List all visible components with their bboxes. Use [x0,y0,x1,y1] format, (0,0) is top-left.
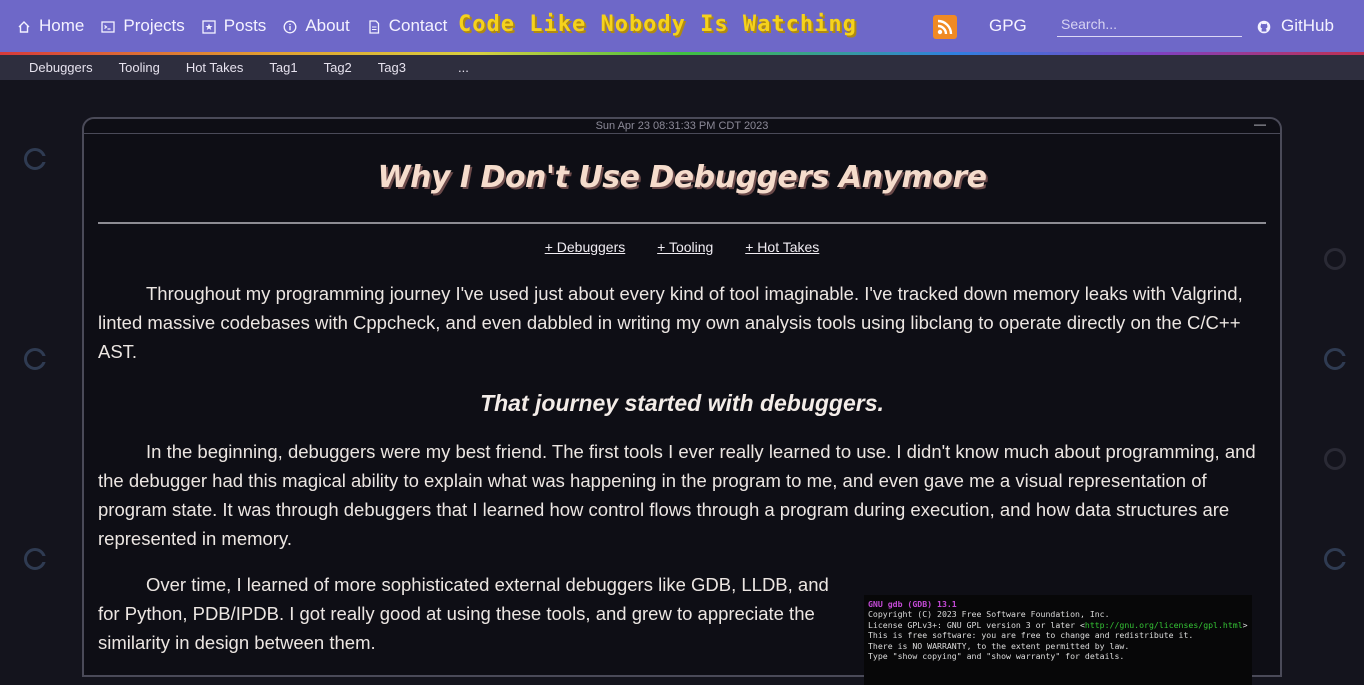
terminal-line: GNU gdb (GDB) 13.1 [868,599,957,609]
c-logo-icon [1324,348,1347,370]
terminal-line: This is free software: you are free to c… [868,630,1194,641]
gpg-link[interactable]: GPG [989,16,1027,36]
paragraph-2: In the beginning, debuggers were my best… [98,441,1256,549]
article-tag-hot-takes[interactable]: + Hot Takes [745,239,819,255]
tag-bar: Debuggers Tooling Hot Takes Tag1 Tag2 Ta… [0,55,1364,80]
home-icon [17,19,31,33]
nav-posts[interactable]: Posts [202,16,267,36]
c-logo-icon [24,548,47,570]
site-title[interactable]: Code Like Nobody Is Watching [458,12,857,37]
tag-hot-takes[interactable]: Hot Takes [186,60,244,75]
paragraph-3: Over time, I learned of more sophisticat… [98,574,829,653]
rust-logo-icon [1324,248,1346,270]
top-navigation: Home Projects Posts About Contact Code L… [0,0,1364,52]
section-heading: That journey started with debuggers. [480,390,884,416]
c-logo-icon [1324,548,1347,570]
github-icon [1257,19,1271,34]
terminal-line: There is NO WARRANTY, to the extent perm… [868,640,1130,651]
nav-projects[interactable]: Projects [101,16,185,36]
nav-about[interactable]: About [283,16,350,36]
nav-home-label: Home [39,16,85,35]
c-logo-icon [24,348,47,370]
nav-contact-label: Contact [388,16,448,35]
nav-about-label: About [305,16,350,35]
tag-tag3[interactable]: Tag3 [378,60,406,75]
title-divider [98,222,1266,224]
article-tag-debuggers[interactable]: + Debuggers [545,239,626,255]
star-box-icon [202,19,216,34]
rss-icon[interactable] [933,15,957,39]
terminal-line: Copyright (C) 2023 Free Software Foundat… [868,609,1110,620]
tag-tag2[interactable]: Tag2 [324,60,352,75]
nav-projects-label: Projects [123,16,185,35]
rust-logo-icon [1324,448,1346,470]
article-tags: + Debuggers + Tooling + Hot Takes [84,239,1280,255]
tag-debuggers[interactable]: Debuggers [29,60,93,75]
info-icon [283,19,297,34]
post-timestamp: Sun Apr 23 08:31:33 PM CDT 2023 [595,120,769,132]
paragraph-1: Throughout my programming journey I've u… [98,283,1243,362]
tag-more[interactable]: ... [458,60,469,75]
github-link[interactable]: GitHub [1257,16,1334,36]
document-icon [367,19,381,34]
article-tag-tooling[interactable]: + Tooling [657,239,713,255]
nav-posts-label: Posts [223,16,267,35]
tag-tag1[interactable]: Tag1 [269,60,297,75]
nav-home[interactable]: Home [17,16,84,36]
minimize-button[interactable]: — [1254,117,1266,131]
window-titlebar: Sun Apr 23 08:31:33 PM CDT 2023 — [84,117,1280,134]
article-window: Sun Apr 23 08:31:33 PM CDT 2023 — Why I … [82,117,1282,685]
nav-contact[interactable]: Contact [367,16,448,36]
terminal-line: License GPLv3+: GNU GPL version 3 or lat… [868,619,1248,630]
github-label: GitHub [1281,16,1334,35]
search-input[interactable] [1057,11,1242,37]
terminal-icon [101,19,116,33]
gdb-terminal-screenshot: GNU gdb (GDB) 13.1 Copyright (C) 2023 Fr… [864,595,1252,685]
c-logo-icon [24,148,47,170]
article-title: Why I Don't Use Debuggers Anymore [377,160,987,195]
tag-tooling[interactable]: Tooling [119,60,160,75]
